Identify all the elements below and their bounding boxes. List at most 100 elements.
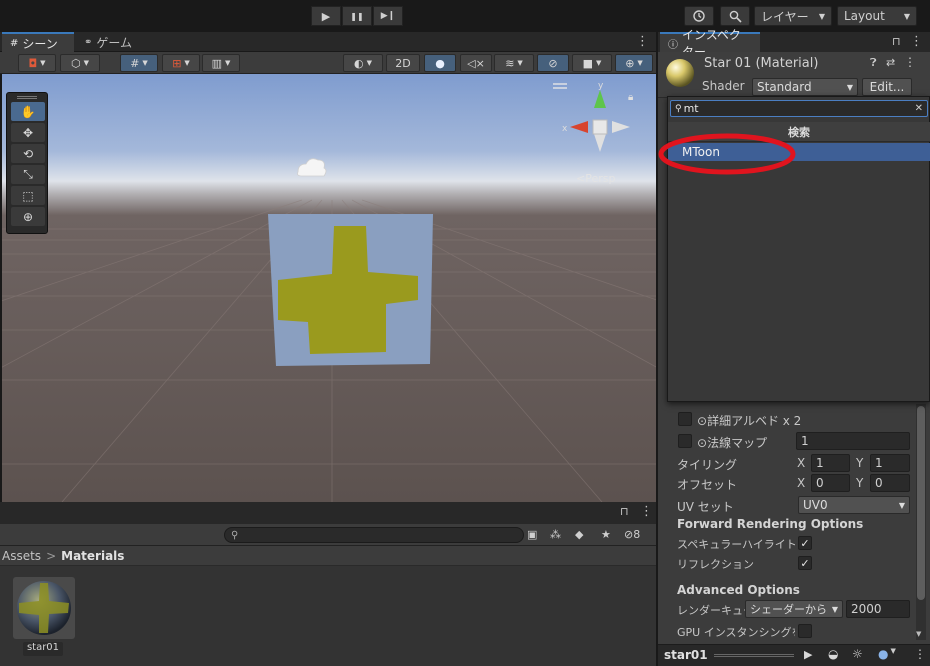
play-button[interactable]: ▶ [311, 6, 341, 26]
breadcrumb-assets[interactable]: Assets [2, 549, 41, 563]
clear-search-icon[interactable]: ✕ [915, 103, 923, 114]
scroll-down-arrow-icon[interactable]: ▼ [916, 630, 921, 638]
viewport-menu-icon[interactable] [553, 83, 567, 89]
render-queue-label: レンダーキュー [677, 604, 754, 617]
checkmark-icon: ✓ [800, 536, 810, 550]
material-asset-label[interactable]: star01 [23, 642, 63, 656]
normal-map-texture-slot[interactable] [678, 434, 692, 448]
search-icon: ⚲ [231, 529, 239, 541]
transform-tool-button[interactable]: ⊕ [11, 207, 45, 226]
lock-icon[interactable]: 🔒︎ [628, 92, 633, 103]
tiling-y-field[interactable]: 1 [870, 454, 910, 472]
kebab-menu-icon[interactable]: ⋮ [914, 647, 926, 661]
tab-game[interactable]: ⚭ ゲーム [76, 32, 150, 52]
kebab-menu-icon[interactable]: ⋮ [904, 55, 916, 69]
pivot-icon: ◘ [28, 56, 38, 70]
lock-icon[interactable]: ⊓ [892, 35, 901, 48]
gizmos-dropdown[interactable]: ⊕ ▼ [615, 54, 653, 72]
pause-button[interactable]: ❚❚ [342, 6, 372, 26]
layout-dropdown[interactable]: Layout ▼ [837, 6, 917, 26]
target-icon: ⊙ [697, 414, 708, 428]
chevron-down-icon: ▼ [142, 59, 148, 67]
draw-mode-dropdown[interactable]: ◐ ▼ [343, 54, 383, 72]
gpu-instancing-checkbox[interactable] [798, 624, 812, 638]
reflections-checkbox[interactable]: ✓ [798, 556, 812, 570]
kebab-menu-icon[interactable]: ⋮ [636, 34, 649, 49]
grid-snap-dropdown[interactable]: # ▼ [120, 54, 158, 72]
persp-label[interactable]: <Persp [576, 172, 615, 185]
rotate-tool-button[interactable]: ⟲ [11, 144, 45, 163]
uv-set-label: UV セット [677, 500, 734, 514]
uv-set-dropdown[interactable]: UV0 ▼ [798, 496, 910, 514]
preview-drag-handle[interactable] [714, 654, 794, 657]
audio-toggle[interactable]: ◁× [460, 54, 492, 72]
history-button[interactable] [684, 6, 714, 26]
orientation-gizmo[interactable]: y x [562, 81, 630, 152]
history-icon [693, 10, 705, 22]
render-queue-dropdown[interactable]: シェーダーから ▼ [745, 600, 843, 618]
chevron-down-icon: ▼ [366, 59, 372, 67]
step-button[interactable]: ▶❙ [373, 6, 403, 26]
shader-dropdown[interactable]: Standard ▼ [752, 78, 858, 96]
tab-scene[interactable]: # シーン [2, 32, 74, 52]
render-queue-value-field[interactable]: 2000 [846, 600, 910, 618]
preview-footer: star01 ▶ ◒ ☼ ● ▼ ⋮ [658, 644, 930, 666]
preset-icon[interactable]: ⇄ [886, 56, 895, 69]
scale-tool-button[interactable]: ⤡ [11, 165, 45, 184]
shader-search-input[interactable]: ⚲ mt ✕ [670, 100, 928, 117]
preview-sphere-icon[interactable]: ◒ [828, 647, 838, 661]
project-search-input[interactable]: ⚲ [224, 527, 524, 543]
pivot-dropdown[interactable]: ◘ ▼ [18, 54, 56, 72]
eye-slash-icon: ⊘ [624, 528, 634, 541]
search-by-type-icon[interactable]: ▣ [527, 528, 537, 541]
offset-y-field[interactable]: 0 [870, 474, 910, 492]
drag-handle[interactable] [17, 96, 37, 99]
hidden-objects-toggle[interactable]: ⊘ [537, 54, 569, 72]
move-icon: ✥ [22, 125, 34, 140]
edit-shader-button[interactable]: Edit... [862, 78, 912, 96]
search-button[interactable] [720, 6, 750, 26]
scene-viewport[interactable]: y x <Persp 🔒︎ ✋ ✥ ⟲ ⤡ ⬚ ⊕ [2, 74, 656, 502]
lighting-toggle[interactable]: ● [424, 54, 456, 72]
uv-set-value: UV0 [803, 498, 828, 512]
move-tool-button[interactable]: ✥ [11, 123, 45, 142]
lock-icon[interactable]: ⊓ [620, 505, 629, 518]
snap-increment-dropdown[interactable]: ⊞ ▼ [162, 54, 200, 72]
specular-highlights-checkbox[interactable]: ✓ [798, 536, 812, 550]
kebab-menu-icon[interactable]: ⋮ [910, 34, 923, 49]
grid-icon: # [130, 56, 140, 70]
preview-play-icon[interactable]: ▶ [804, 648, 812, 661]
play-icon: ▶ [321, 9, 331, 23]
hidden-count-toggle[interactable]: ⊘ 8 [624, 528, 640, 541]
gizmo-y-label: y [598, 81, 604, 91]
step-icon: ▶❙ [380, 11, 396, 21]
hand-tool-button[interactable]: ✋ [11, 102, 45, 121]
rect-tool-button[interactable]: ⬚ [11, 186, 45, 205]
tab-inspector[interactable]: ⓘ インスペクター [660, 28, 760, 59]
breadcrumb-materials[interactable]: Materials [61, 549, 124, 563]
offset-x-field[interactable]: 0 [811, 474, 850, 492]
layers-dropdown[interactable]: レイヤー ▼ [754, 6, 832, 26]
preview-name: star01 [664, 648, 708, 662]
preview-light-icon[interactable]: ☼ [852, 647, 863, 661]
chevron-down-icon: ▼ [517, 59, 523, 67]
filter-type-icon[interactable]: ⁂ [550, 528, 561, 541]
project-tab-bar: ⊓ ⋮ [0, 502, 656, 524]
tiling-x-field[interactable]: 1 [811, 454, 850, 472]
camera-dropdown[interactable]: ■ ▼ [572, 54, 612, 72]
ruler-dropdown[interactable]: ▥ ▼ [202, 54, 240, 72]
detail-albedo-texture-slot[interactable] [678, 412, 692, 426]
inspector-scrollbar-thumb[interactable] [917, 406, 925, 600]
preview-mesh-icon: ● [878, 647, 889, 661]
global-dropdown[interactable]: ⬡ ▼ [60, 54, 100, 72]
help-icon[interactable]: ❓︎ [870, 56, 877, 70]
forward-rendering-heading: Forward Rendering Options [677, 517, 864, 531]
2d-toggle[interactable]: 2D [386, 54, 420, 72]
kebab-menu-icon[interactable]: ⋮ [640, 504, 653, 519]
normal-map-scale-field[interactable]: 1 [796, 432, 910, 450]
label-tag-icon[interactable]: ◆ [575, 528, 583, 541]
favorite-star-icon[interactable]: ★ [601, 528, 611, 541]
material-asset-thumbnail[interactable] [13, 577, 75, 639]
effects-dropdown[interactable]: ≋ ▼ [494, 54, 534, 72]
preview-background-dropdown[interactable]: ● ▼ [878, 647, 896, 661]
